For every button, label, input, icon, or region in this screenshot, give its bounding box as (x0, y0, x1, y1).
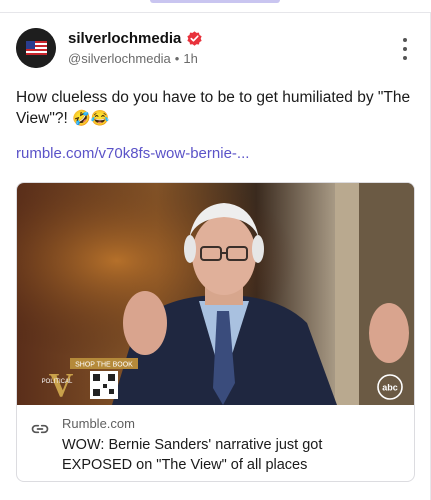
link-preview-card[interactable]: SHOP THE BOOK V POLITICAL abc Rumble.com… (16, 182, 415, 482)
link-domain: Rumble.com (62, 416, 135, 431)
active-tab-indicator (150, 0, 280, 3)
timestamp[interactable]: 1h (183, 51, 197, 66)
post-link[interactable]: rumble.com/v70k8fs-wow-bernie-... (16, 145, 249, 162)
separator: • (174, 51, 180, 66)
the-view-logo-small: POLITICAL (42, 379, 73, 385)
more-vertical-icon-dot (403, 47, 407, 51)
more-vertical-icon (403, 38, 407, 42)
username[interactable]: silverlochmedia (68, 30, 181, 47)
author-row: silverlochmedia (68, 30, 203, 47)
post-meta: @silverlochmedia • 1h (68, 51, 198, 66)
video-thumbnail[interactable]: SHOP THE BOOK V POLITICAL abc (17, 183, 415, 405)
link-title[interactable]: WOW: Bernie Sanders' narrative just got … (62, 435, 392, 475)
handle[interactable]: @silverlochmedia (68, 51, 171, 66)
verified-badge-icon (187, 31, 203, 46)
more-vertical-icon-dot (403, 56, 407, 60)
more-options-button[interactable] (401, 38, 409, 60)
post-text: How clueless do you have to be to get hu… (16, 87, 416, 129)
the-view-logo-letter: V (49, 367, 74, 404)
link-icon (31, 424, 49, 434)
divider (0, 12, 431, 13)
flag-icon (16, 28, 56, 68)
shop-the-book-label: SHOP THE BOOK (75, 362, 133, 369)
network-logo: abc (382, 383, 398, 393)
avatar[interactable] (16, 28, 56, 68)
post-emojis: 🤣😂 (72, 110, 110, 127)
link-preview-footer[interactable]: Rumble.com WOW: Bernie Sanders' narrativ… (17, 405, 414, 481)
